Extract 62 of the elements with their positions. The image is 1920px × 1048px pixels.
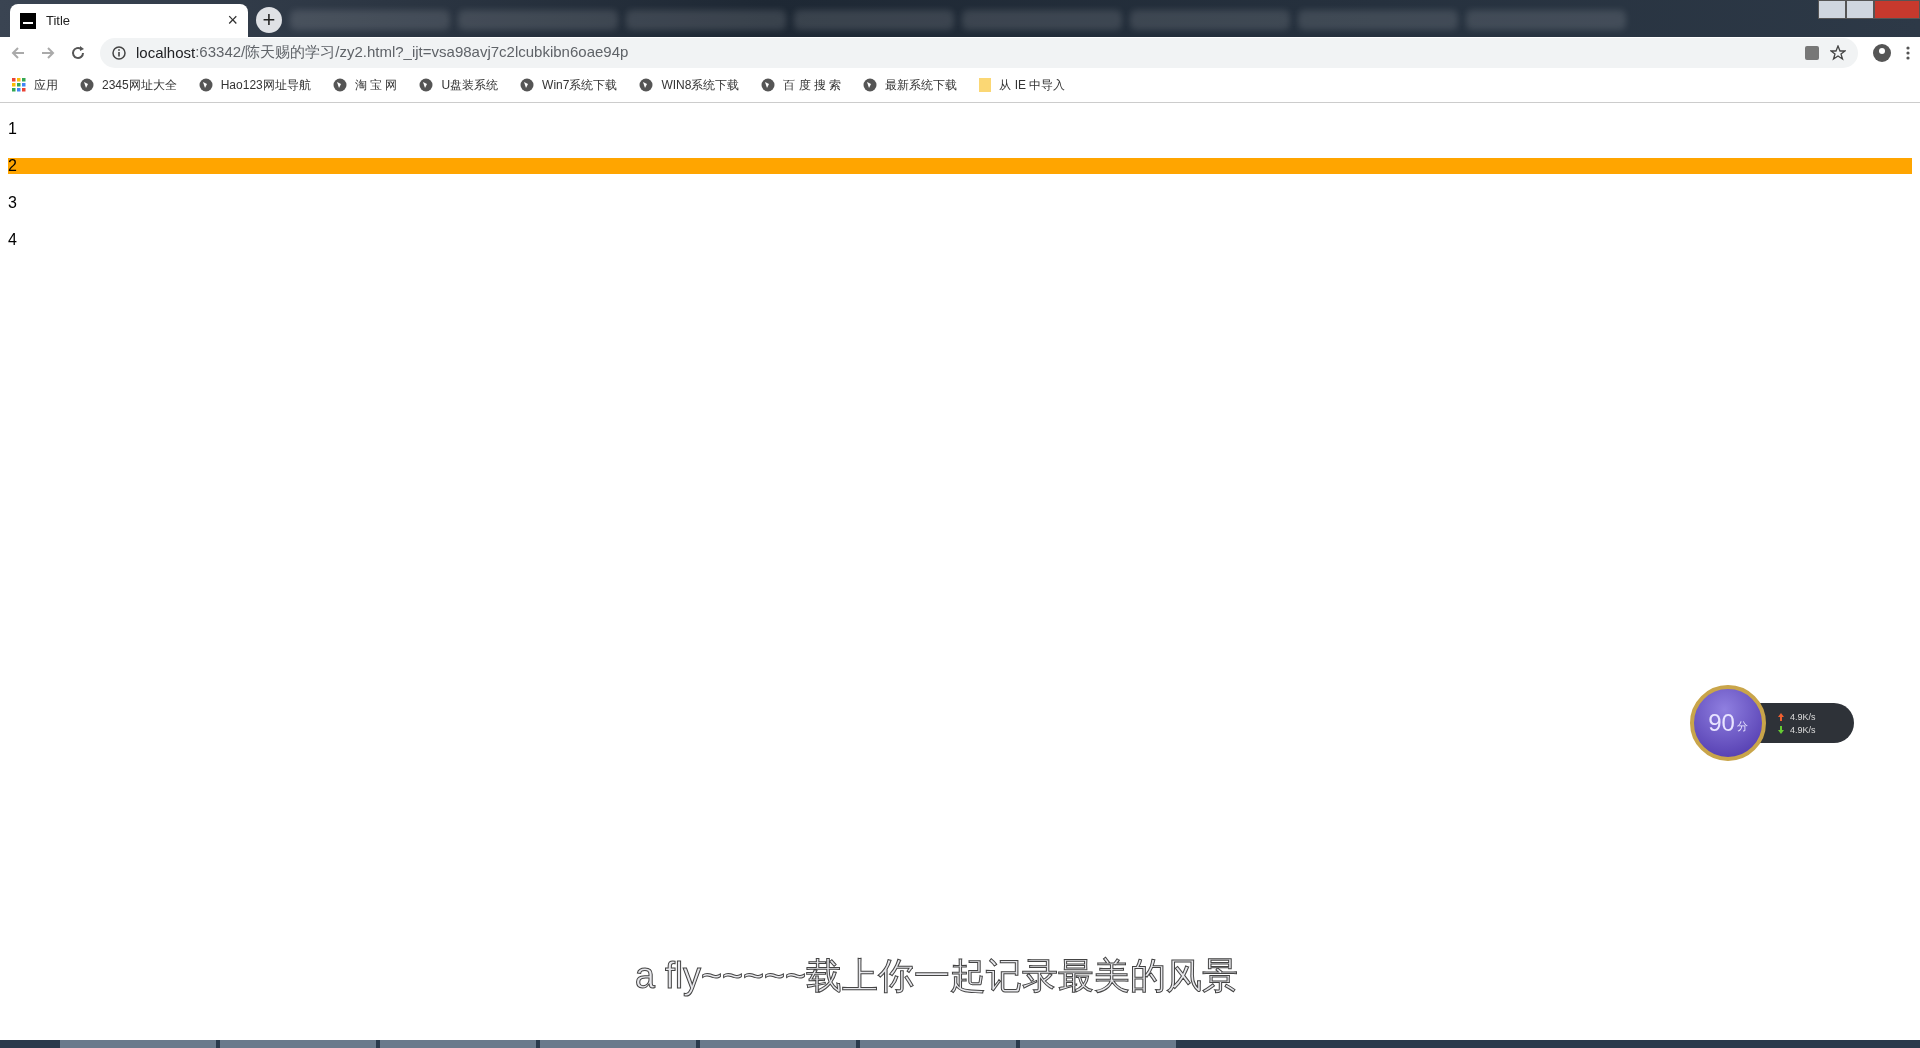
globe-icon: [639, 78, 654, 92]
new-tab-button[interactable]: +: [256, 7, 282, 33]
blurred-tab[interactable]: [458, 10, 618, 30]
bookmark-link[interactable]: 2345网址大全: [80, 76, 177, 94]
forward-icon[interactable]: [40, 44, 56, 61]
bookmark-link[interactable]: Win7系统下载: [520, 76, 618, 94]
bookmark-link[interactable]: 从 IE 中导入: [979, 76, 1066, 94]
url-path: :63342/陈天赐的学习/zy2.html?_ijt=vsa98avj7c2lcubkibn6oae94p: [195, 43, 629, 62]
taskbar-button[interactable]: [860, 1040, 1016, 1048]
down-arrow-icon: [1778, 725, 1784, 734]
maximize-button[interactable]: [1846, 0, 1874, 19]
folder-icon: [979, 78, 992, 92]
profile-icon[interactable]: [1872, 42, 1892, 63]
score-orb[interactable]: 90 分: [1690, 685, 1766, 761]
bookmark-link[interactable]: 淘 宝 网: [332, 76, 398, 94]
globe-icon: [863, 78, 878, 92]
url-host: localhost: [136, 44, 196, 61]
bookmark-link[interactable]: Hao123网址导航: [198, 76, 311, 94]
blurred-tab[interactable]: [1298, 10, 1458, 30]
download-speed: 4.9K/s: [1790, 724, 1816, 735]
globe-icon: [761, 78, 776, 92]
globe-icon: [198, 78, 213, 92]
globe-icon: [80, 78, 94, 92]
globe-icon: [419, 78, 434, 92]
blurred-tab[interactable]: [1130, 10, 1290, 30]
bookmark-link[interactable]: U盘装系统: [419, 76, 499, 94]
taskbar-button[interactable]: [540, 1040, 696, 1048]
desktop-lyrics: a fly~~~~~载上你一起记录最美的风景: [635, 954, 1239, 998]
minimize-button[interactable]: [1818, 0, 1846, 19]
back-icon[interactable]: [10, 44, 26, 61]
globe-icon: [520, 78, 535, 92]
blurred-tab[interactable]: [794, 10, 954, 30]
taskbar-button[interactable]: [60, 1040, 216, 1048]
list-item: 1: [8, 121, 18, 137]
list-item: 4: [8, 232, 18, 248]
blurred-tab[interactable]: [962, 10, 1122, 30]
taskbar-button[interactable]: [220, 1040, 376, 1048]
blurred-tab[interactable]: [290, 10, 450, 30]
address-field[interactable]: localhost:63342/陈天赐的学习/zy2.html?_ijt=vsa98avj7c2lcubkibn6oae94p: [100, 37, 1858, 68]
browser-tab[interactable]: Title ×: [10, 4, 248, 37]
tab-close-button[interactable]: ×: [227, 10, 238, 31]
taskbar-button[interactable]: [1020, 1040, 1176, 1048]
globe-icon: [332, 78, 347, 92]
star-icon[interactable]: [1830, 44, 1846, 61]
upload-speed: 4.9K/s: [1790, 711, 1816, 722]
apps-grid-icon: [12, 78, 26, 92]
bookmark-link[interactable]: 最新系统下载: [863, 76, 958, 94]
reload-icon[interactable]: [70, 44, 86, 61]
up-arrow-icon: [1778, 712, 1784, 721]
bookmark-link[interactable]: 应用: [12, 76, 58, 94]
list-item: 3: [8, 195, 18, 211]
taskbar-button[interactable]: [380, 1040, 536, 1048]
bookmark-link[interactable]: 百 度 搜 索: [761, 76, 842, 94]
app-icon: [20, 12, 36, 29]
info-icon: [112, 45, 126, 60]
menu-icon[interactable]: [1906, 44, 1910, 61]
tab-title: Title: [46, 13, 72, 28]
list-item: 2: [8, 158, 1912, 174]
bookmark-link[interactable]: WIN8系统下载: [639, 76, 740, 94]
blurred-tab[interactable]: [626, 10, 786, 30]
taskbar-button[interactable]: [700, 1040, 856, 1048]
blurred-tab[interactable]: [1466, 10, 1626, 30]
